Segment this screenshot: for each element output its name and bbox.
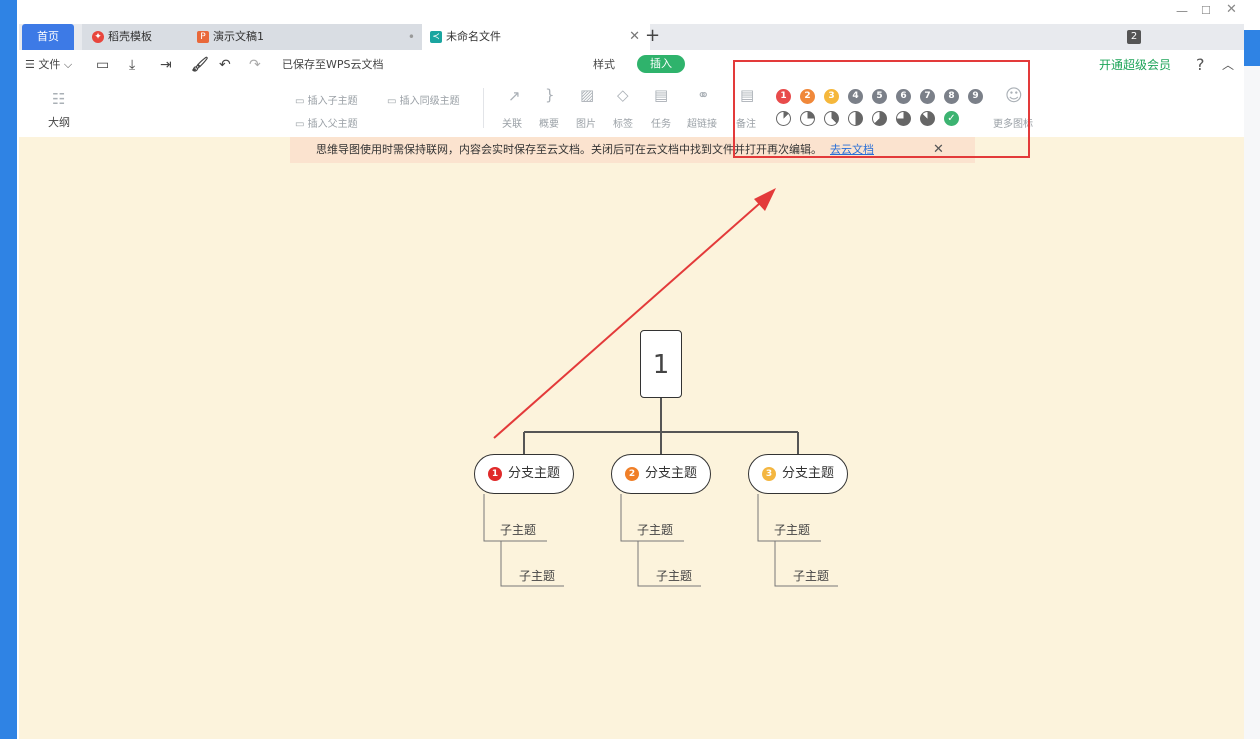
subtopic[interactable]: 子主题 [637, 521, 673, 538]
highlight-box [733, 60, 1030, 158]
branch-label: 分支主题 [644, 466, 697, 481]
subtopic[interactable]: 子主题 [656, 567, 692, 584]
priority-2-icon: 2 [624, 467, 639, 481]
subtopic[interactable]: 子主题 [519, 567, 555, 584]
subtopic[interactable]: 子主题 [774, 521, 810, 538]
branch-topic-1[interactable]: 1 分支主题 [474, 454, 574, 494]
branch-label: 分支主题 [781, 466, 834, 481]
subtopic[interactable]: 子主题 [793, 567, 829, 584]
branch-label: 分支主题 [507, 466, 560, 481]
branch-topic-3[interactable]: 3 分支主题 [748, 454, 848, 494]
branch-topic-2[interactable]: 2 分支主题 [611, 454, 711, 494]
mindmap-connectors [483, 188, 838, 587]
priority-1-icon: 1 [487, 467, 502, 481]
subtopic[interactable]: 子主题 [500, 521, 536, 538]
priority-3-icon: 3 [761, 467, 776, 481]
root-topic[interactable]: 1 [640, 330, 682, 398]
